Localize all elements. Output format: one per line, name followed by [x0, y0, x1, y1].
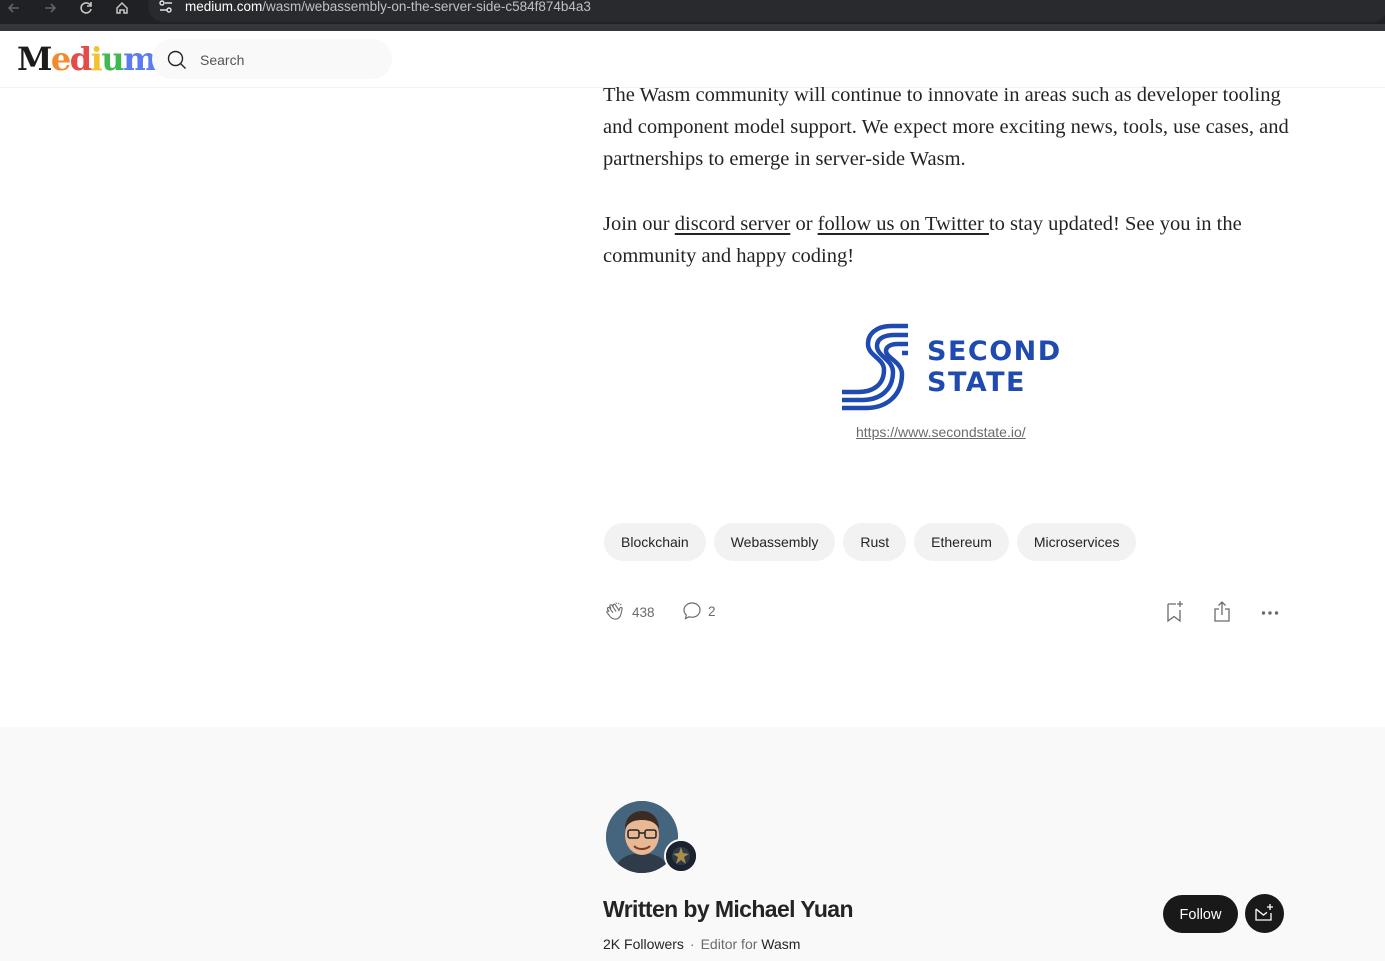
reload-icon[interactable]	[76, 0, 96, 18]
tag-ethereum[interactable]: Ethereum	[914, 523, 1009, 561]
paragraph-text: or	[790, 213, 818, 235]
editor-prefix: Editor for	[700, 936, 762, 952]
tag-list: Blockchain Webassembly Rust Ethereum Microse…	[604, 523, 1137, 561]
response-count: 2	[708, 603, 716, 619]
back-arrow-icon[interactable]	[4, 0, 24, 18]
publication-link[interactable]: Wasm	[761, 936, 800, 952]
twitter-follow-link[interactable]: follow us on Twitter	[818, 213, 989, 235]
article-paragraph: The Wasm community will continue to inno…	[603, 84, 1289, 170]
url-path: /wasm/webassembly-on-the-server-side-c58…	[262, 0, 591, 14]
logo-letter: d	[69, 40, 92, 78]
author-meta: 2K Followers · Editor for Wasm	[603, 936, 800, 952]
publication-avatar[interactable]	[664, 839, 698, 873]
responses-button[interactable]: 2	[681, 600, 716, 622]
logo-letter: i	[90, 40, 103, 78]
search-box[interactable]	[152, 39, 392, 79]
discord-server-link[interactable]: discord server	[675, 213, 791, 235]
address-bar-url[interactable]: medium.com/wasm/webassembly-on-the-serve…	[185, 0, 591, 14]
bookmark-add-icon	[1167, 601, 1183, 623]
clap-button[interactable]: 438	[603, 600, 655, 624]
figure-caption: https://www.secondstate.io/	[856, 424, 1026, 440]
forward-arrow-icon[interactable]	[40, 0, 60, 18]
logo-letter: m	[123, 40, 157, 78]
more-options-button[interactable]	[1259, 600, 1281, 624]
logo-letter: u	[101, 40, 124, 78]
search-input[interactable]	[198, 49, 382, 71]
browser-toolbar: medium.com/wasm/webassembly-on-the-serve…	[0, 0, 1385, 24]
paragraph-text: Join our	[603, 213, 675, 235]
follow-button[interactable]: Follow	[1163, 895, 1238, 933]
share-icon	[1214, 601, 1230, 622]
tag-webassembly[interactable]: Webassembly	[713, 523, 836, 561]
more-horizontal-icon	[1261, 611, 1279, 615]
article-action-bar: 438 2	[603, 600, 1283, 628]
article-paragraph-join: Join our discord server or follow us on …	[603, 208, 1293, 272]
bookmark-button[interactable]	[1163, 600, 1185, 624]
clap-count: 438	[632, 604, 655, 620]
brand-line-2: STATE	[927, 367, 1026, 398]
clap-icon	[606, 602, 623, 620]
brand-line-1: SECOND	[927, 336, 1062, 367]
written-by-heading[interactable]: Written by Michael Yuan	[603, 896, 854, 923]
tag-rust[interactable]: Rust	[843, 523, 907, 561]
medium-logo[interactable]: Medium	[17, 40, 157, 78]
tag-blockchain[interactable]: Blockchain	[604, 523, 706, 561]
logo-letter: M	[17, 40, 52, 78]
second-state-brand-text: SECOND STATE	[927, 336, 1062, 398]
logo-letter: e	[50, 40, 71, 78]
browser-divider	[0, 24, 1385, 31]
home-icon[interactable]	[112, 0, 132, 18]
followers-count[interactable]: 2K Followers	[603, 936, 684, 952]
separator-dot: ·	[689, 936, 695, 952]
site-settings-icon[interactable]	[158, 0, 174, 16]
email-subscribe-icon	[1255, 904, 1273, 921]
tag-microservices[interactable]: Microservices	[1016, 523, 1137, 561]
secondstate-link[interactable]: https://www.secondstate.io/	[856, 424, 1026, 440]
share-button[interactable]	[1211, 600, 1233, 624]
second-state-logo-image: SECOND STATE	[840, 322, 1060, 412]
comment-icon	[683, 602, 701, 620]
search-icon	[167, 50, 186, 69]
url-host: medium.com	[185, 0, 263, 14]
subscribe-email-button[interactable]	[1245, 894, 1284, 933]
second-state-mark-icon	[842, 323, 908, 411]
